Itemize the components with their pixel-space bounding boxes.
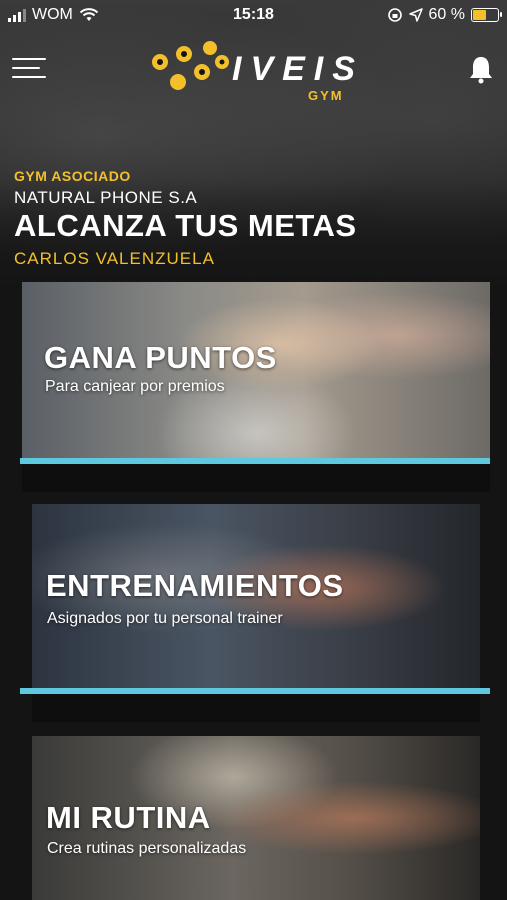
hamburger-icon	[12, 58, 46, 60]
card-shadow	[32, 694, 480, 722]
gym-associated-label: GYM ASOCIADO	[14, 168, 131, 184]
menu-button[interactable]	[12, 56, 46, 80]
battery-percent: 60 %	[428, 6, 465, 23]
card-title: ENTRENAMIENTOS	[46, 568, 344, 603]
status-right: 60 %	[387, 6, 502, 24]
status-bar: WOM 15:18 60 %	[0, 0, 507, 32]
card-shadow	[22, 464, 490, 492]
location-arrow-icon	[408, 8, 423, 22]
brand-sub: GYM	[308, 88, 344, 103]
brand-name: IVEIS	[232, 50, 364, 88]
company-name: NATURAL PHONE S.A	[14, 188, 198, 207]
logo-mark	[152, 41, 229, 90]
hamburger-line	[12, 67, 40, 69]
rotation-lock-icon	[387, 8, 402, 22]
card-description: Asignados por tu personal trainer	[47, 610, 283, 627]
card-gana-puntos[interactable]: GANA PUNTOS Para canjear por premios	[22, 282, 490, 460]
hamburger-line	[12, 76, 46, 78]
battery-icon	[471, 8, 502, 22]
card-entrenamientos[interactable]: ENTRENAMIENTOS Asignados por tu personal…	[32, 504, 480, 690]
card-description: Para canjear por premios	[45, 378, 225, 395]
bell-icon[interactable]	[467, 54, 495, 84]
card-mi-rutina[interactable]: MI RUTINA Crea rutinas personalizadas	[32, 736, 480, 900]
card-title: MI RUTINA	[46, 800, 211, 835]
user-name: CARLOS VALENZUELA	[14, 249, 215, 268]
brand-logo: IVEIS GYM	[150, 40, 370, 103]
battery-fill	[473, 10, 487, 20]
card-title: GANA PUNTOS	[44, 340, 277, 375]
card-description: Crea rutinas personalizadas	[47, 840, 247, 857]
headline: ALCANZA TUS METAS	[14, 208, 357, 243]
